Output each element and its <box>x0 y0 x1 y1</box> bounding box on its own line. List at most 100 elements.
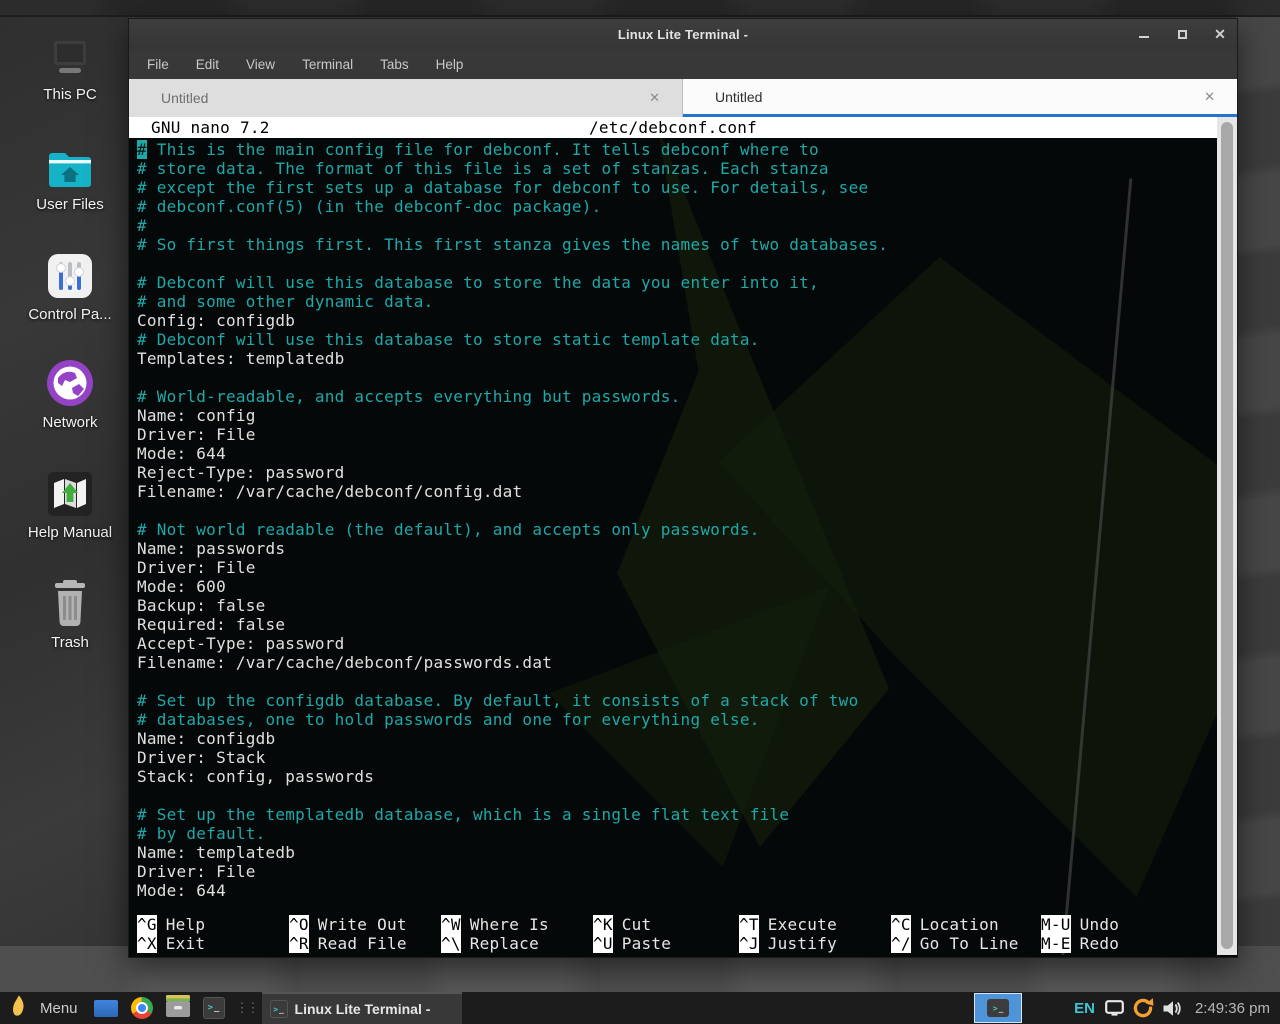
shortcut-key: ^O <box>289 915 309 934</box>
nano-title-bar: GNU nano 7.2 /etc/debconf.conf <box>129 117 1217 138</box>
editor-line: Filename: /var/cache/debconf/config.dat <box>137 482 1217 501</box>
desktop-icon-label: Control Pa... <box>10 306 130 323</box>
menu-help[interactable]: Help <box>436 57 464 72</box>
shortcut-key: ^J <box>739 934 759 953</box>
linux-lite-menu-button[interactable] <box>3 992 33 1024</box>
desktop-icon-user-files[interactable]: User Files <box>10 138 130 238</box>
globe-icon <box>10 356 130 408</box>
chrome-launcher[interactable] <box>127 992 157 1024</box>
editor-line: # <box>137 216 1217 235</box>
shortcut-key: ^R <box>289 934 309 953</box>
shortcut-label: Replace <box>470 934 539 953</box>
menu-file[interactable]: File <box>147 57 169 72</box>
nano-shortcut-bar: ^GHelp^XExit^OWrite Out^RRead File^WWher… <box>137 915 1217 953</box>
desktop: This PC User Files Control Pa... Network… <box>0 0 1280 1024</box>
shortcut-column: ^OWrite Out^R Read File <box>289 915 441 953</box>
shortcut-key: ^W <box>441 915 461 934</box>
shortcut-key: ^K <box>593 915 613 934</box>
taskbar: Menu >_ ⋮⋮ >_ Linux Lite Terminal - >_ E… <box>0 992 1280 1024</box>
nano-shortcut: ^\ Replace <box>441 934 593 953</box>
desktop-icon-help-manual[interactable]: Help Manual <box>10 466 130 566</box>
editor-line <box>137 786 1217 805</box>
shortcut-key: ^\ <box>441 934 461 953</box>
display-icon[interactable] <box>1105 1000 1124 1016</box>
workspace-pager[interactable] <box>91 992 121 1024</box>
menu-terminal[interactable]: Terminal <box>302 57 353 72</box>
editor-line: # So first things first. This first stan… <box>137 235 1217 254</box>
trash-icon <box>10 576 130 628</box>
desktop-icon-label: User Files <box>10 196 130 213</box>
file-manager-launcher[interactable] <box>163 992 193 1024</box>
shortcut-label: Read File <box>318 934 407 953</box>
wallpaper-facet <box>0 0 1280 17</box>
shortcut-column: ^T Execute ^J Justify <box>739 915 891 953</box>
editor-line: Config: configdb <box>137 311 1217 330</box>
shortcut-key: M-U <box>1041 915 1071 934</box>
shortcut-key: ^X <box>137 934 157 953</box>
window-title: Linux Lite Terminal - <box>129 27 1237 42</box>
titlebar[interactable]: Linux Lite Terminal - ✕ <box>129 19 1237 49</box>
scrollbar[interactable] <box>1217 117 1237 955</box>
editor-text: # This is the main config file for debco… <box>137 140 1217 900</box>
maximize-button[interactable] <box>1175 27 1189 41</box>
editor-line: # Debconf will use this database to stor… <box>137 273 1217 292</box>
editor-line: Name: configdb <box>137 729 1217 748</box>
editor-line: Mode: 644 <box>137 881 1217 900</box>
updates-icon[interactable] <box>1132 997 1154 1019</box>
nano-shortcut: ^CLocation <box>891 915 1041 934</box>
language-indicator[interactable]: EN <box>1074 1000 1095 1017</box>
desktop-icon-control-panel[interactable]: Control Pa... <box>10 248 130 348</box>
minimize-button[interactable] <box>1137 27 1151 41</box>
tab-untitled-2[interactable]: Untitled ✕ <box>683 79 1237 117</box>
clock[interactable]: 2:49:36 pm <box>1195 1000 1270 1017</box>
desktop-icon-this-pc[interactable]: This PC <box>10 28 130 128</box>
close-button[interactable]: ✕ <box>1213 27 1227 41</box>
nano-shortcut: ^T Execute <box>739 915 891 934</box>
editor-line: # except the first sets up a database fo… <box>137 178 1217 197</box>
scrollbar-thumb[interactable] <box>1221 122 1233 949</box>
shortcut-label: Location <box>920 915 999 934</box>
editor-line: # World-readable, and accepts everything… <box>137 387 1217 406</box>
editor-line: Required: false <box>137 615 1217 634</box>
tray-terminal-button[interactable]: >_ <box>974 993 1022 1023</box>
tab-close-icon[interactable]: ✕ <box>1204 89 1215 105</box>
menu-button-label[interactable]: Menu <box>40 1000 78 1017</box>
nano-shortcut: ^UPaste <box>593 934 739 953</box>
editor-line: Mode: 600 <box>137 577 1217 596</box>
shortcut-key: ^T <box>739 915 759 934</box>
editor-line: Backup: false <box>137 596 1217 615</box>
editor-line: # store data. The format of this file is… <box>137 159 1217 178</box>
terminal-icon: >_ <box>270 1000 288 1018</box>
workspace-icon <box>94 1000 118 1017</box>
editor-line: Mode: 644 <box>137 444 1217 463</box>
tasklist-grip: ⋮⋮ <box>236 1000 258 1016</box>
task-button-terminal[interactable]: >_ Linux Lite Terminal - <box>262 992 462 1024</box>
nano-shortcut: ^OWrite Out <box>289 915 441 934</box>
home-folder-icon <box>10 138 130 190</box>
shortcut-column: ^CLocation^/Go To Line <box>891 915 1041 953</box>
volume-icon[interactable] <box>1162 1000 1181 1017</box>
nano-shortcut: ^GHelp <box>137 915 289 934</box>
editor-line: Templates: templatedb <box>137 349 1217 368</box>
tab-untitled-1[interactable]: Untitled ✕ <box>129 79 683 117</box>
menu-edit[interactable]: Edit <box>196 57 219 72</box>
wallpaper-facet <box>1236 17 1280 992</box>
menu-tabs[interactable]: Tabs <box>380 57 409 72</box>
shortcut-label: Exit <box>166 934 206 953</box>
editor-line <box>137 672 1217 691</box>
terminal-launcher[interactable]: >_ <box>199 992 229 1024</box>
desktop-icon-trash[interactable]: Trash <box>10 576 130 676</box>
editor-line <box>137 368 1217 387</box>
terminal-icon: >_ <box>203 997 225 1019</box>
editor-line: Stack: config, passwords <box>137 767 1217 786</box>
shortcut-label: Justify <box>768 934 837 953</box>
chrome-icon <box>131 997 153 1019</box>
editor-line: # Set up the configdb database. By defau… <box>137 691 1217 710</box>
terminal-icon: >_ <box>987 999 1009 1017</box>
shortcut-label: Execute <box>768 915 837 934</box>
shortcut-key: ^U <box>593 934 613 953</box>
menu-view[interactable]: View <box>246 57 275 72</box>
terminal-screen[interactable]: GNU nano 7.2 /etc/debconf.conf # This is… <box>129 117 1237 955</box>
desktop-icon-network[interactable]: Network <box>10 356 130 456</box>
tab-close-icon[interactable]: ✕ <box>649 90 660 106</box>
